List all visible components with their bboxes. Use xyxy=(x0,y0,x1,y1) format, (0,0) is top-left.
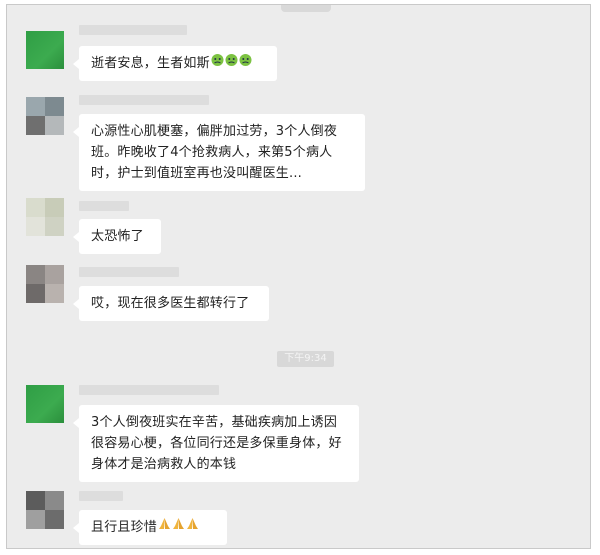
message-text: 心源性心肌梗塞，偏胖加过劳，3个人倒夜班。昨晚收了4个抢救病人，来第5个病人时，… xyxy=(91,124,338,181)
avatar[interactable] xyxy=(26,385,64,423)
avatar[interactable] xyxy=(26,491,64,529)
avatar[interactable] xyxy=(26,97,64,135)
message-bubble[interactable]: 逝者安息，生者如斯 xyxy=(73,46,277,81)
sender-name-blurred xyxy=(79,267,179,277)
sick-face-icon xyxy=(239,53,252,74)
sick-face-icon xyxy=(225,53,238,74)
sender-name-blurred xyxy=(79,25,187,35)
timestamp: 下午9:34 xyxy=(277,351,334,367)
chat-window: 逝者安息，生者如斯 心源性心肌梗塞，偏胖加过劳，3个人倒夜班。昨晚收了4个抢救病… xyxy=(6,4,591,549)
sender-name-blurred xyxy=(79,201,129,211)
avatar[interactable] xyxy=(26,31,64,69)
message-text: 逝者安息，生者如斯 xyxy=(91,56,210,71)
sick-face-icon xyxy=(211,53,224,74)
message-text: 太恐怖了 xyxy=(91,229,144,244)
avatar[interactable] xyxy=(26,198,64,236)
pray-icon xyxy=(186,517,199,538)
sender-name-blurred xyxy=(79,95,209,105)
sender-name-blurred xyxy=(79,385,219,395)
message-bubble[interactable]: 且行且珍惜 xyxy=(73,510,227,545)
message-text: 哎，现在很多医生都转行了 xyxy=(91,296,250,311)
message-bubble[interactable]: 心源性心肌梗塞，偏胖加过劳，3个人倒夜班。昨晚收了4个抢救病人，来第5个病人时，… xyxy=(73,114,365,191)
message-text: 且行且珍惜 xyxy=(91,520,158,535)
scroll-indicator xyxy=(281,5,331,12)
pray-icon xyxy=(172,517,185,538)
message-bubble[interactable]: 3个人倒夜班实在辛苦，基础疾病加上诱因很容易心梗，各位同行还是多保重身体，好身体… xyxy=(73,405,359,482)
message-bubble[interactable]: 太恐怖了 xyxy=(73,219,161,254)
message-bubble[interactable]: 哎，现在很多医生都转行了 xyxy=(73,286,269,321)
message-text: 3个人倒夜班实在辛苦，基础疾病加上诱因很容易心梗，各位同行还是多保重身体，好身体… xyxy=(91,415,342,472)
sender-name-blurred xyxy=(79,491,123,501)
pray-icon xyxy=(158,517,171,538)
avatar[interactable] xyxy=(26,265,64,303)
